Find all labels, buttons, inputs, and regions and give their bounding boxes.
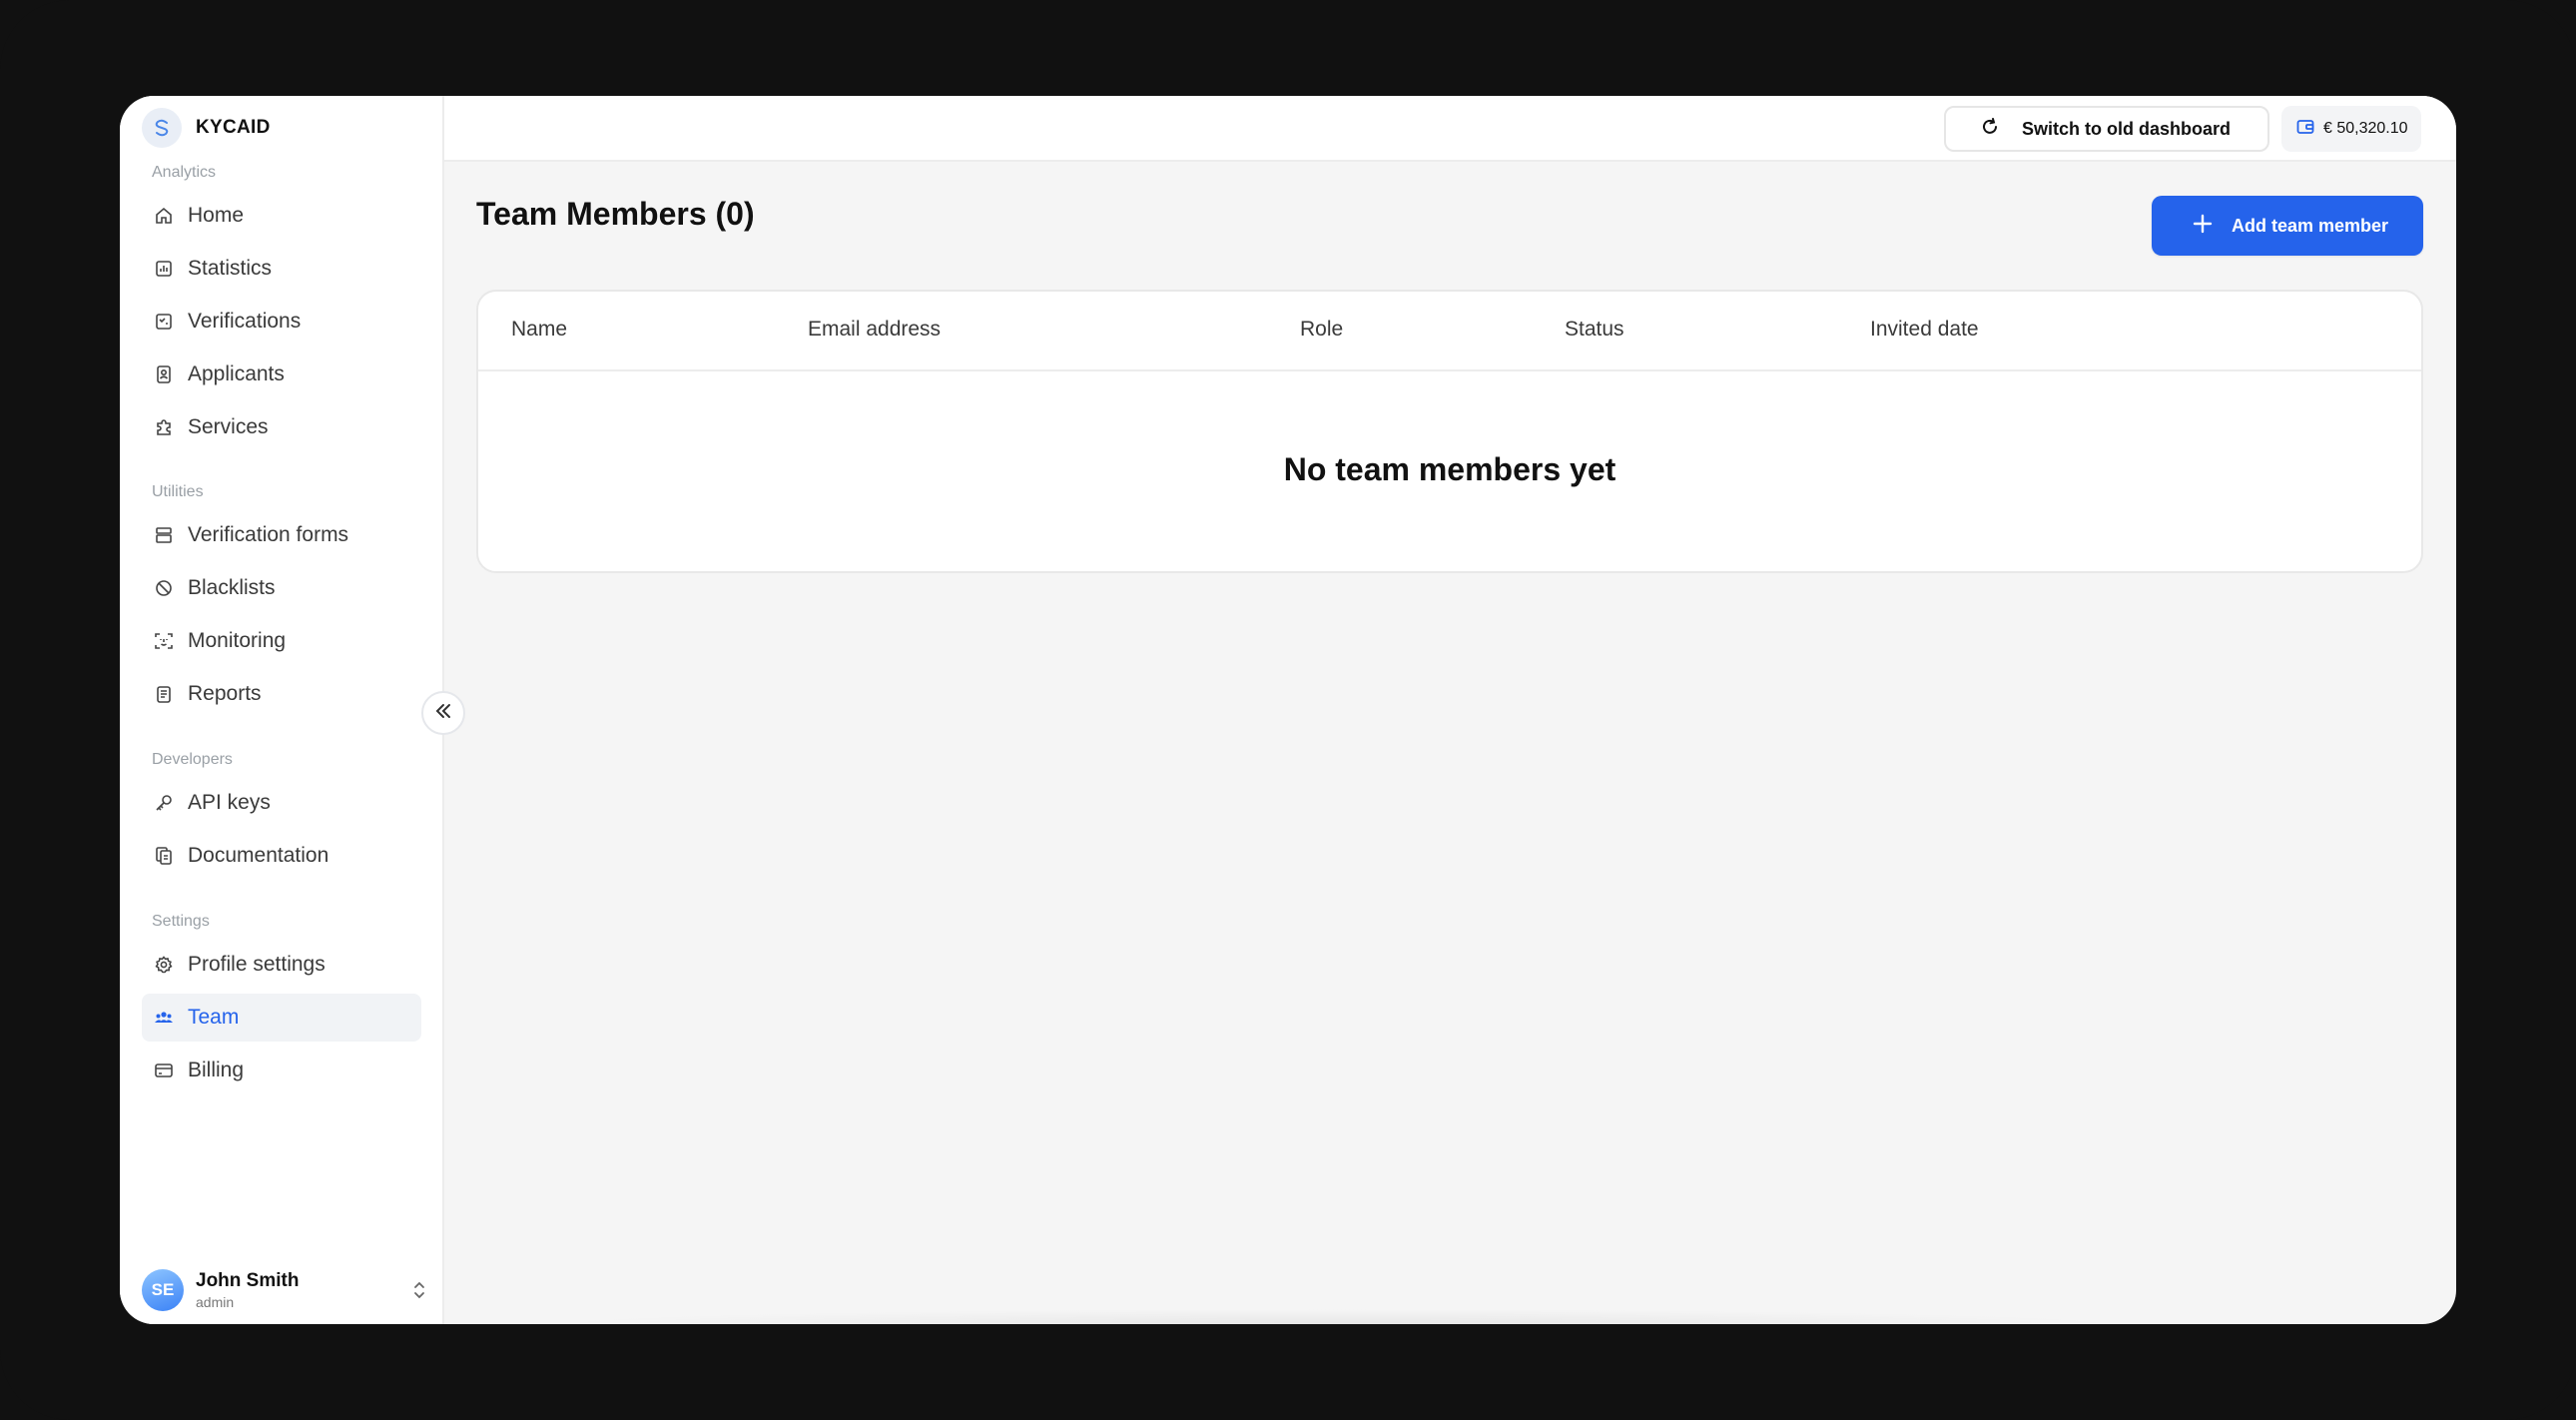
column-header-role[interactable]: Role <box>1300 318 1343 342</box>
sidebar-item-applicants[interactable]: Applicants <box>142 351 421 398</box>
section-label-developers: Developers <box>152 751 233 768</box>
brand-name: KYCAID <box>196 117 271 138</box>
face-scan-icon <box>152 629 176 653</box>
page-title: Team Members (0) <box>476 196 755 232</box>
sidebar-item-label: Profile settings <box>188 953 325 976</box>
checklist-icon <box>152 310 176 334</box>
column-header-name[interactable]: Name <box>511 318 567 342</box>
balance-badge[interactable]: € 50,320.10 <box>2281 106 2421 152</box>
sidebar-item-verifications[interactable]: Verifications <box>142 298 421 346</box>
home-icon <box>152 204 176 228</box>
user-name: John Smith <box>196 1270 300 1291</box>
add-team-member-label: Add team member <box>2232 215 2389 236</box>
refresh-icon <box>1980 117 2000 142</box>
add-team-member-button[interactable]: Add team member <box>2152 196 2423 256</box>
ban-icon <box>152 576 176 600</box>
device-frame: KYCAID Analytics Home Statistics Verific… <box>0 0 2576 1420</box>
sidebar-item-reports[interactable]: Reports <box>142 670 421 718</box>
sidebar-item-label: Reports <box>188 682 262 705</box>
forms-icon <box>152 523 176 547</box>
sidebar-item-label: Documentation <box>188 844 329 867</box>
section-label-analytics: Analytics <box>152 164 217 181</box>
column-header-status[interactable]: Status <box>1565 318 1624 342</box>
sidebar: KYCAID Analytics Home Statistics Verific… <box>120 96 444 1324</box>
user-role: admin <box>196 1294 235 1310</box>
card-icon <box>152 1059 176 1082</box>
sidebar-item-label: Verifications <box>188 310 302 333</box>
sidebar-item-label: Team <box>188 1006 240 1029</box>
topbar: Switch to old dashboard € 50,320.10 <box>444 96 2456 162</box>
plus-icon <box>2192 213 2214 240</box>
sidebar-item-label: Verification forms <box>188 523 349 546</box>
sidebar-item-home[interactable]: Home <box>142 192 421 240</box>
team-members-table: Name Email address Role Status Invited d… <box>476 290 2423 573</box>
switch-dashboard-button[interactable]: Switch to old dashboard <box>1944 106 2269 152</box>
sidebar-item-label: API keys <box>188 791 271 814</box>
sidebar-item-billing[interactable]: Billing <box>142 1047 421 1094</box>
brand[interactable]: KYCAID <box>142 108 271 148</box>
user-menu[interactable]: SE John Smith admin <box>142 1266 431 1314</box>
sidebar-item-label: Services <box>188 415 269 438</box>
team-icon <box>152 1006 176 1030</box>
sidebar-item-verification-forms[interactable]: Verification forms <box>142 511 421 559</box>
table-header: Name Email address Role Status Invited d… <box>478 292 2421 371</box>
sidebar-item-label: Statistics <box>188 257 273 280</box>
sidebar-item-label: Monitoring <box>188 629 287 652</box>
avatar: SE <box>142 1269 184 1311</box>
section-label-utilities: Utilities <box>152 483 204 500</box>
sidebar-item-label: Blacklists <box>188 576 276 599</box>
empty-state-message: No team members yet <box>1283 451 1616 487</box>
sidebar-item-label: Billing <box>188 1059 245 1081</box>
sidebar-item-api-keys[interactable]: API keys <box>142 779 421 827</box>
balance-amount: € 50,320.10 <box>2323 120 2408 137</box>
sidebar-item-monitoring[interactable]: Monitoring <box>142 617 421 665</box>
sidebar-item-blacklists[interactable]: Blacklists <box>142 564 421 612</box>
collapse-sidebar-button[interactable] <box>421 691 465 735</box>
switch-dashboard-label: Switch to old dashboard <box>2022 118 2232 139</box>
documents-icon <box>152 844 176 868</box>
scroll-shadow <box>539 1309 2137 1324</box>
wallet-icon <box>2295 117 2315 142</box>
key-icon <box>152 791 176 815</box>
sidebar-item-team[interactable]: Team <box>142 994 421 1042</box>
gear-icon <box>152 953 176 977</box>
sidebar-item-services[interactable]: Services <box>142 403 421 451</box>
clipboard-icon <box>152 682 176 706</box>
id-card-icon <box>152 362 176 386</box>
kycaid-logo-icon <box>142 108 182 148</box>
puzzle-icon <box>152 415 176 439</box>
chevron-up-down-icon[interactable] <box>407 1276 431 1304</box>
section-label-settings: Settings <box>152 913 210 930</box>
sidebar-item-profile-settings[interactable]: Profile settings <box>142 941 421 989</box>
sidebar-item-label: Home <box>188 204 245 227</box>
column-header-email[interactable]: Email address <box>808 318 941 342</box>
chevrons-left-icon <box>432 700 454 727</box>
column-header-invited-date[interactable]: Invited date <box>1870 318 1979 342</box>
sidebar-item-label: Applicants <box>188 362 285 385</box>
app-window: KYCAID Analytics Home Statistics Verific… <box>120 96 2456 1324</box>
sidebar-item-documentation[interactable]: Documentation <box>142 832 421 880</box>
chart-icon <box>152 257 176 281</box>
sidebar-item-statistics[interactable]: Statistics <box>142 245 421 293</box>
